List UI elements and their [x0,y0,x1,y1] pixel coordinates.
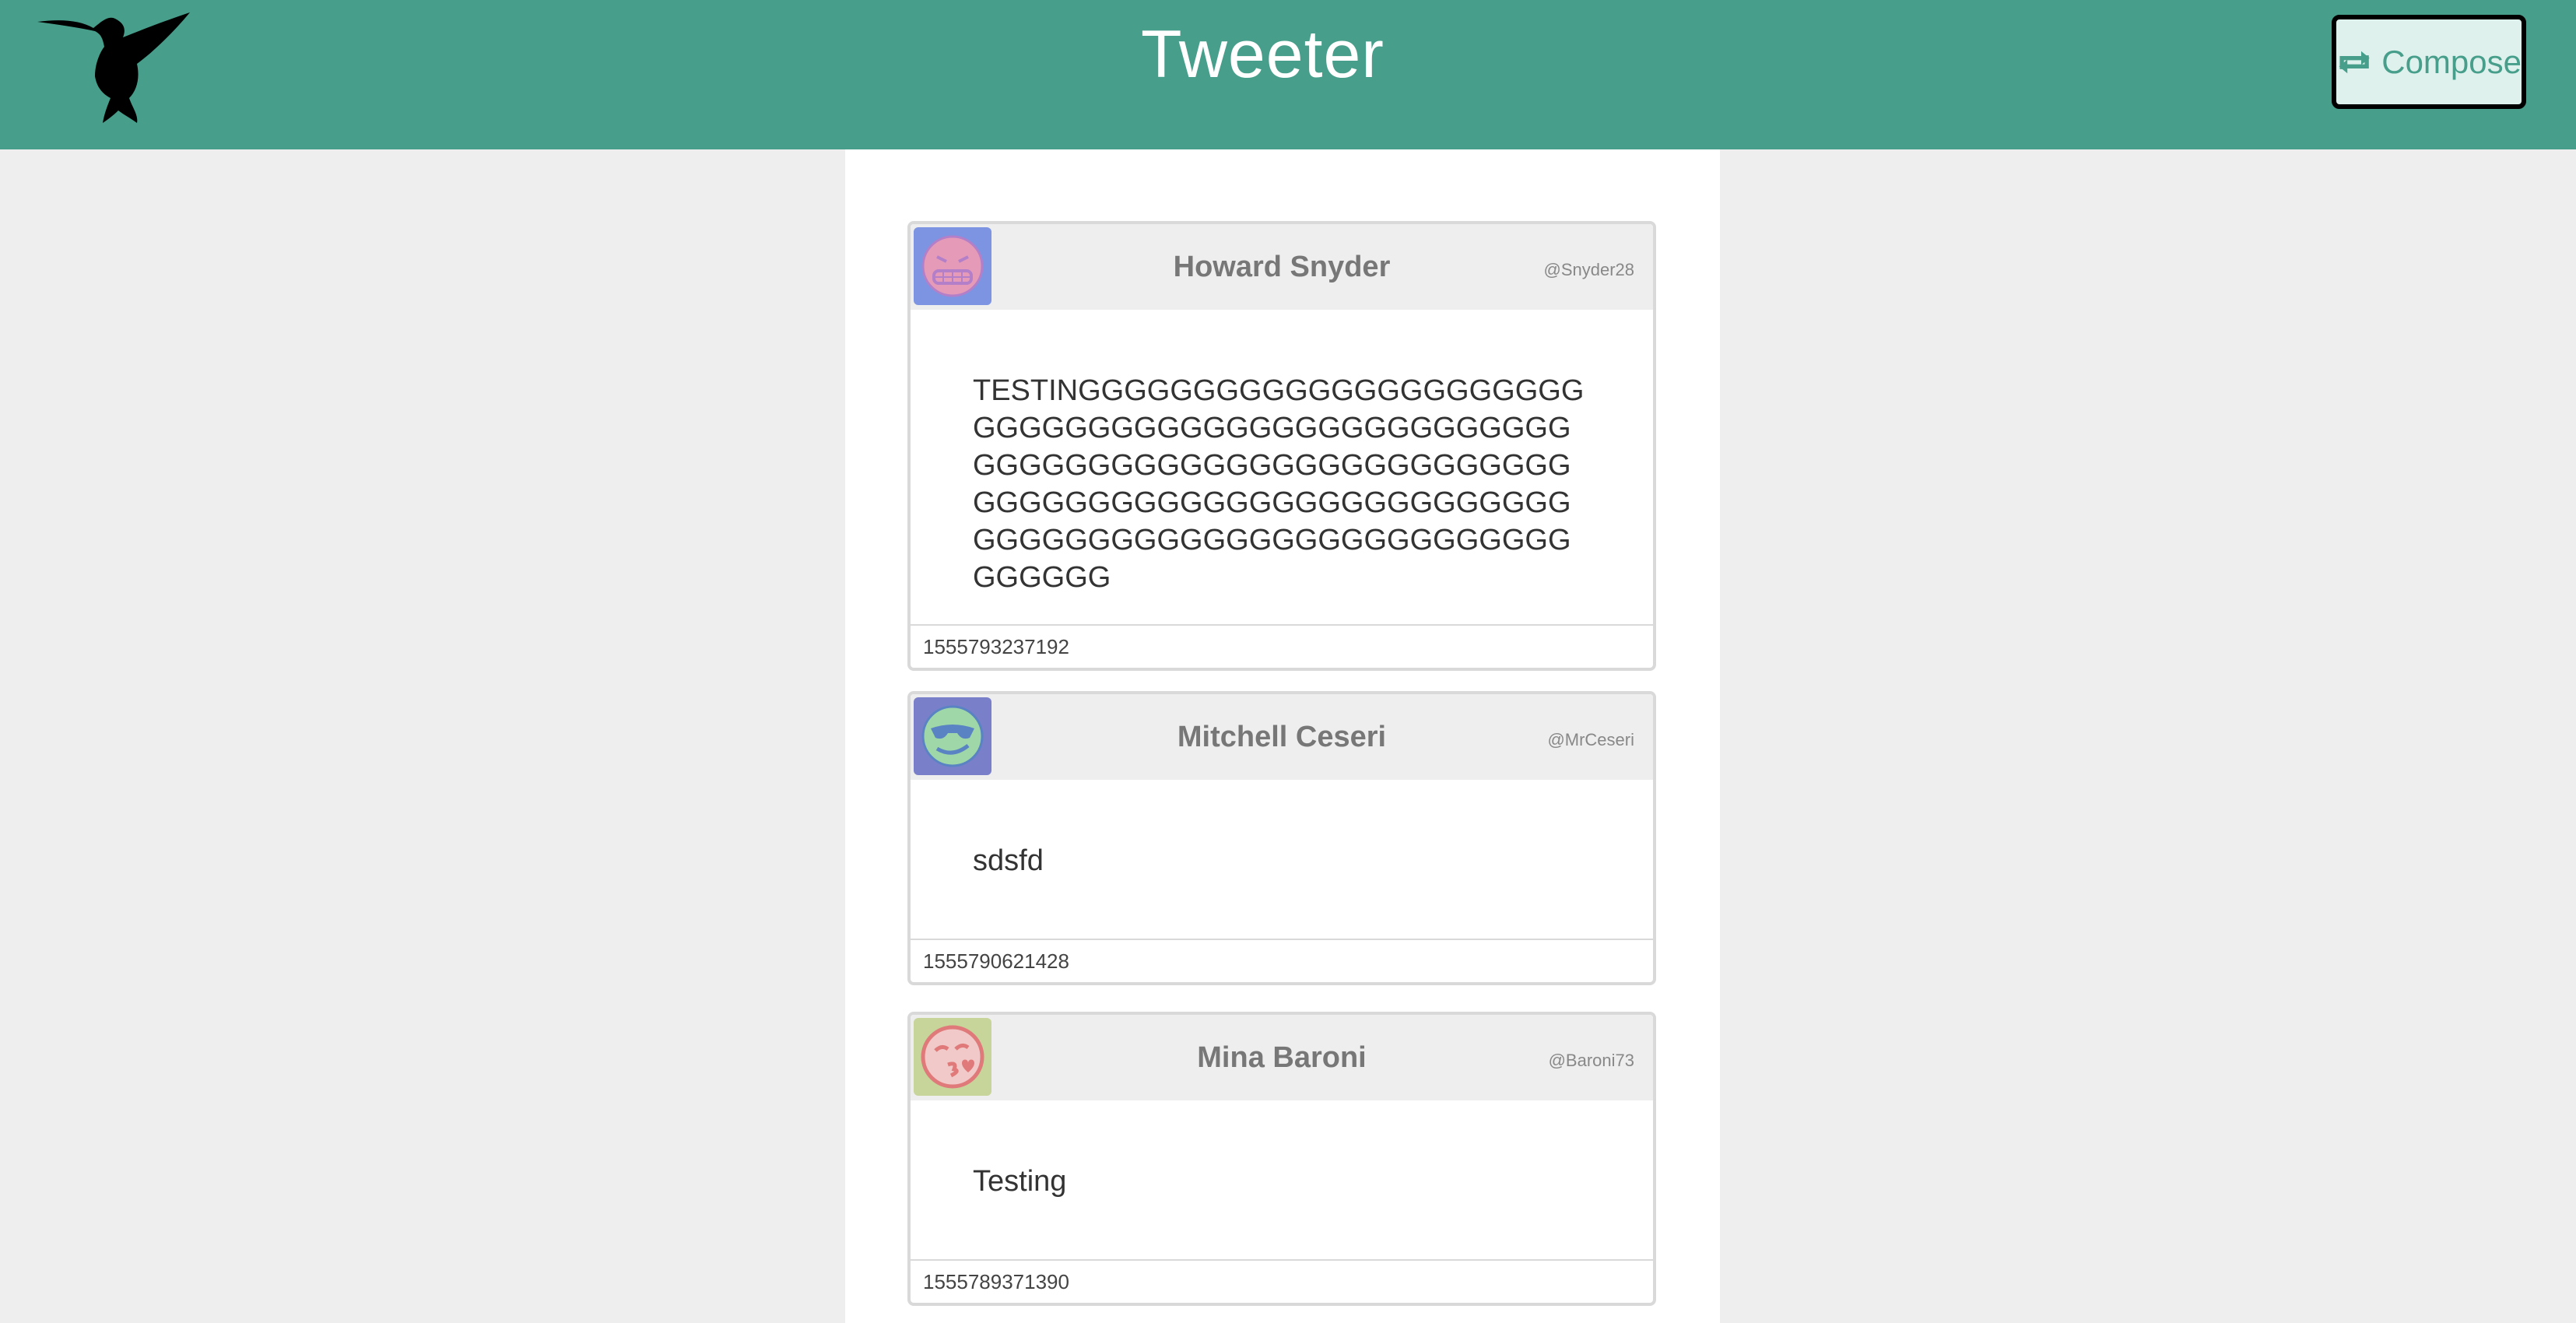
tweet-feed: Howard Snyder @Snyder28 TESTINGGGGGGGGGG… [845,149,1720,1323]
retweet-icon [2339,51,2370,73]
tweet-text: Testing [973,1165,1067,1198]
tweet-card: Mitchell Ceseri @MrCeseri sdsfd 15557906… [907,691,1656,985]
author-handle: @Snyder28 [1543,260,1634,279]
author-name: Howard Snyder [1173,251,1391,283]
tweet-header: Howard Snyder @Snyder28 [911,224,1653,310]
author-handle: @MrCeseri [1547,730,1634,749]
tweet-header: Mitchell Ceseri @MrCeseri [911,694,1653,780]
compose-label: Compose [2381,43,2522,80]
brand-title: Tweeter [1141,17,1385,92]
author-name: Mina Baroni [1197,1041,1367,1074]
tweet-timestamp: 1555789371390 [911,1259,1653,1303]
tweet-timestamp: 1555790621428 [911,939,1653,982]
tweet-card: Mina Baroni @Baroni73 Testing 1555789371… [907,1012,1656,1306]
tweet-text: TESTINGGGGGGGGGGGGGGGGGGGGGGGGGGGGGGGGGG… [973,374,1585,594]
tweet-text: sdsfd [973,844,1044,877]
tweet-timestamp: 1555793237192 [911,624,1653,668]
top-navbar: Tweeter Compose [0,0,2576,149]
author-name: Mitchell Ceseri [1177,721,1387,753]
tweet-header: Mina Baroni @Baroni73 [911,1015,1653,1100]
tweet-card: Howard Snyder @Snyder28 TESTINGGGGGGGGGG… [907,221,1656,671]
compose-button[interactable]: Compose [2332,15,2526,109]
author-handle: @Baroni73 [1548,1051,1634,1070]
